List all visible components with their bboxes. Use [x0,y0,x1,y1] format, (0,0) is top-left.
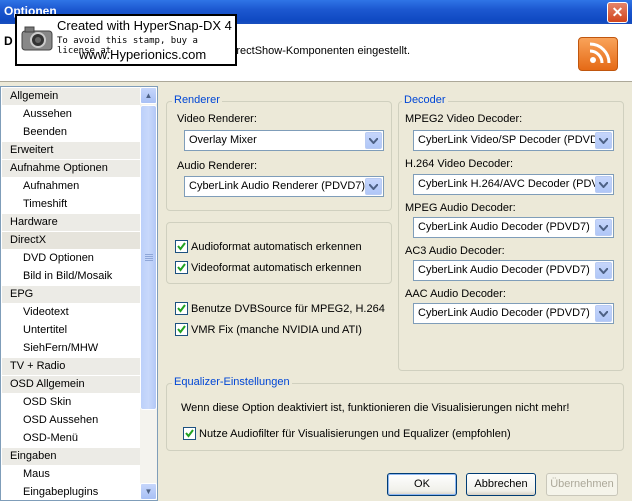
sidebar-item[interactable]: Hardware [2,214,141,231]
scroll-thumb[interactable] [140,105,157,410]
dvbsource-label: Benutze DVBSource für MPEG2, H.264 [191,303,385,315]
mpeg-audio-decoder-select[interactable]: CyberLink Audio Decoder (PDVD7) [413,217,614,238]
mpeg2-decoder-select[interactable]: CyberLink Video/SP Decoder (PDVD7) [413,130,614,151]
cancel-button[interactable]: Abbrechen [466,473,536,496]
mpeg-audio-decoder-label: MPEG Audio Decoder: [405,202,516,214]
audio-renderer-value: CyberLink Audio Renderer (PDVD7) [189,180,366,192]
stamp-line-3: www.Hyperionics.com [79,47,207,62]
chevron-down-icon[interactable] [595,132,612,149]
equalizer-group-label: Equalizer-Einstellungen [172,376,292,388]
vmrfix-label: VMR Fix (manche NVIDIA und ATI) [191,324,362,336]
aac-decoder-label: AAC Audio Decoder: [405,288,506,300]
sidebar-item[interactable]: Aussehen [2,106,141,123]
chevron-down-icon[interactable] [595,262,612,279]
camera-icon [21,26,53,51]
scroll-down-button[interactable]: ▼ [140,483,157,500]
sidebar-item[interactable]: SiehFern/MHW [2,340,141,357]
video-renderer-select[interactable]: Overlay Mixer [184,130,384,151]
watermark-stamp: Created with HyperSnap-DX 4 To avoid thi… [15,14,237,66]
rss-feed-icon [578,37,618,71]
apply-button[interactable]: Übernehmen [546,473,618,496]
sidebar-item[interactable]: Videotext [2,304,141,321]
equalizer-group [166,383,624,451]
audio-auto-label: Audioformat automatisch erkennen [191,241,362,253]
sidebar-scrollbar[interactable]: ▲ ▼ [140,87,157,500]
sidebar-item[interactable]: Eingaben [2,448,141,465]
renderer-group-label: Renderer [172,94,222,106]
video-auto-checkbox[interactable] [175,261,188,274]
aac-decoder-select[interactable]: CyberLink Audio Decoder (PDVD7) [413,303,614,324]
sidebar-item[interactable]: OSD-Menü [2,430,141,447]
ac3-decoder-select[interactable]: CyberLink Audio Decoder (PDVD7) [413,260,614,281]
aac-decoder-value: CyberLink Audio Decoder (PDVD7) [418,307,590,319]
chevron-down-icon[interactable] [595,176,612,193]
sidebar-item[interactable]: Timeshift [2,196,141,213]
mpeg-audio-decoder-value: CyberLink Audio Decoder (PDVD7) [418,221,590,233]
sidebar-item[interactable]: Aufnahmen [2,178,141,195]
sidebar-item[interactable]: Untertitel [2,322,141,339]
mpeg2-decoder-label: MPEG2 Video Decoder: [405,113,523,125]
audio-auto-checkbox[interactable] [175,240,188,253]
sidebar-item[interactable]: TV + Radio [2,358,141,375]
sidebar-item[interactable]: Allgemein [2,88,141,105]
header-title: D [4,34,13,48]
equalizer-info: Wenn diese Option deaktiviert ist, funkt… [181,402,570,414]
sidebar-item[interactable]: Eingabeplugins [2,484,141,500]
video-renderer-value: Overlay Mixer [189,134,257,146]
vmrfix-checkbox[interactable] [175,323,188,336]
dvbsource-checkbox[interactable] [175,302,188,315]
audiofilter-label: Nutze Audiofilter für Visualisierungen u… [199,428,511,440]
audio-renderer-select[interactable]: CyberLink Audio Renderer (PDVD7) [184,176,384,197]
sidebar-item[interactable]: Bild in Bild/Mosaik [2,268,141,285]
sidebar-item[interactable]: Maus [2,466,141,483]
audio-renderer-label: Audio Renderer: [177,160,258,172]
ac3-decoder-label: AC3 Audio Decoder: [405,245,505,257]
h264-decoder-label: H.264 Video Decoder: [405,158,514,170]
sidebar-item[interactable]: OSD Allgemein [2,376,141,393]
chevron-down-icon[interactable] [365,178,382,195]
decoder-group-label: Decoder [402,94,448,106]
sidebar-item[interactable]: Beenden [2,124,141,141]
sidebar-item[interactable]: DirectX [2,232,141,249]
chevron-down-icon[interactable] [595,305,612,322]
video-auto-label: Videoformat automatisch erkennen [191,262,362,274]
options-tree[interactable]: Allgemein Aussehen Beenden Erweitert Aufnahm… [0,86,158,501]
sidebar-item[interactable]: Erweitert [2,142,141,159]
ac3-decoder-value: CyberLink Audio Decoder (PDVD7) [418,264,590,276]
scroll-up-button[interactable]: ▲ [140,87,157,104]
mpeg2-decoder-value: CyberLink Video/SP Decoder (PDVD7) [418,134,608,146]
audiofilter-checkbox[interactable] [183,427,196,440]
sidebar-item[interactable]: EPG [2,286,141,303]
close-button[interactable]: ✕ [607,2,628,23]
sidebar-item[interactable]: OSD Aussehen [2,412,141,429]
video-renderer-label: Video Renderer: [177,113,257,125]
sidebar-item[interactable]: DVD Optionen [2,250,141,267]
sidebar-item[interactable]: OSD Skin [2,394,141,411]
h264-decoder-select[interactable]: CyberLink H.264/AVC Decoder (PDVD [413,174,614,195]
h264-decoder-value: CyberLink H.264/AVC Decoder (PDVD [418,178,607,190]
close-icon: ✕ [611,4,624,20]
chevron-down-icon[interactable] [595,219,612,236]
chevron-down-icon[interactable] [365,132,382,149]
ok-button[interactable]: OK [387,473,457,496]
stamp-line-1: Created with HyperSnap-DX 4 [57,18,232,33]
format-group [166,222,392,284]
sidebar-item[interactable]: Aufnahme Optionen [2,160,141,177]
header-description: DirectShow-Komponenten eingestellt. [226,45,411,57]
